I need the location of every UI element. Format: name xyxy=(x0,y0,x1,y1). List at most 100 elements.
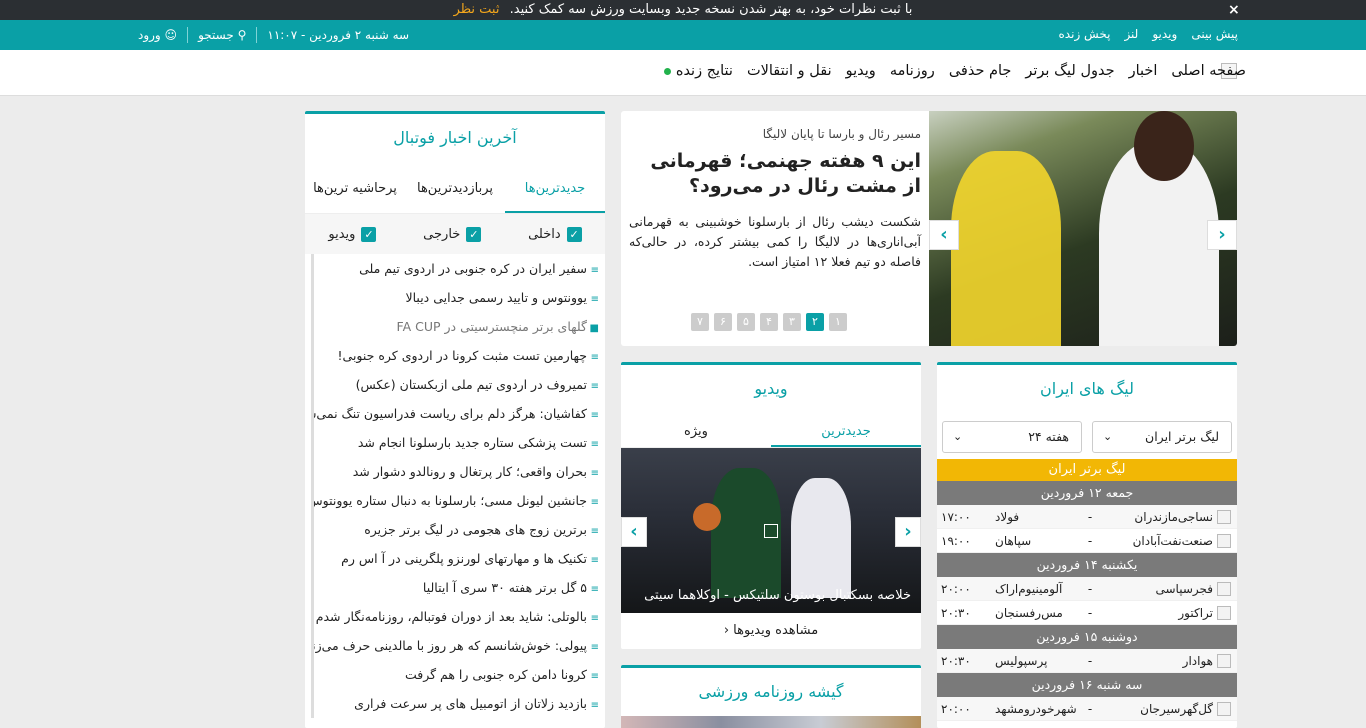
video-next-button[interactable]: › xyxy=(895,517,921,547)
tab-most-controversial[interactable]: پرحاشیه ترین‌ها xyxy=(305,164,405,213)
match-row[interactable]: صنعت‌نفت‌آبادان - سپاهان ۱۹:۰۰ xyxy=(937,529,1237,553)
nav-cup[interactable]: جام حذفی xyxy=(949,63,1012,79)
nav-live-results[interactable]: نتایج زنده xyxy=(663,63,733,79)
utility-link-predict[interactable]: پیش بینی xyxy=(1191,27,1238,41)
score-separator: - xyxy=(1087,653,1093,668)
close-icon[interactable]: × xyxy=(1228,0,1240,20)
nav-live-results-label: نتایج زنده xyxy=(675,63,733,79)
news-item-text: جانشین لیونل مسی؛ بارسلونا به دنبال ستار… xyxy=(314,493,587,508)
away-team: پرسپولیس xyxy=(995,653,1048,668)
tab-most-viewed[interactable]: پربازدیدترین‌ها xyxy=(405,164,505,213)
day-header: یکشنبه ۱۴ فروردین xyxy=(937,553,1237,577)
view-videos-link[interactable]: مشاهده ویدیوها ‹ xyxy=(621,613,921,649)
pager-dot[interactable]: ۴ xyxy=(760,313,778,331)
match-report-icon[interactable] xyxy=(1217,701,1231,716)
news-item[interactable]: ≡جانشین لیونل مسی؛ بارسلونا به دنبال ستا… xyxy=(314,486,599,515)
filter-video[interactable]: ✓ ویدیو xyxy=(328,226,377,242)
video-thumbnail[interactable]: خلاصه بسکتبال بوستون سلتیکس - اوکلاهما س… xyxy=(621,448,921,613)
utility-link-live[interactable]: پخش زنده xyxy=(1059,27,1111,41)
news-item[interactable]: ≡یوونتوس و تایید رسمی جدایی دیبالا xyxy=(314,283,599,312)
pager-dot[interactable]: ۶ xyxy=(714,313,732,331)
nav-league-table[interactable]: جدول لیگ برتر xyxy=(1025,63,1114,79)
hero-title[interactable]: این ۹ هفته جهنمی؛ قهرمانی از مشت رئال در… xyxy=(629,149,921,198)
pager-dot[interactable]: ۱ xyxy=(829,313,847,331)
news-item[interactable]: ≡بالوتلی: شاید بعد از دوران فوتبالم، روز… xyxy=(314,602,599,631)
filter-domestic[interactable]: ✓ داخلی xyxy=(528,226,582,242)
pager-dot[interactable]: ۵ xyxy=(737,313,755,331)
match-row[interactable]: هوادار - پرسپولیس ۲۰:۳۰ xyxy=(937,649,1237,673)
video-camera-icon: ■ xyxy=(589,323,599,334)
play-icon[interactable] xyxy=(764,524,778,538)
news-item[interactable]: ≡برترین زوج های هجومی در لیگ برتر جزیره xyxy=(314,515,599,544)
feedback-link[interactable]: ثبت نظر xyxy=(454,2,500,17)
utility-link-lens[interactable]: لنز xyxy=(1124,27,1138,41)
hero-next-button[interactable]: › xyxy=(1207,220,1237,250)
video-prev-button[interactable]: ‹ xyxy=(621,517,647,547)
news-item-text: کفاشیان: هرگز دلم برای ریاست فدراسیون تن… xyxy=(314,406,587,421)
article-lines-icon: ≡ xyxy=(590,294,599,305)
article-lines-icon: ≡ xyxy=(590,671,599,682)
match-report-icon[interactable] xyxy=(1217,509,1231,524)
match-row[interactable]: نساجی‌مازندران - فولاد ۱۷:۰۰ xyxy=(937,505,1237,529)
tab-video-newest[interactable]: جدیدترین xyxy=(771,415,921,447)
match-report-icon[interactable] xyxy=(1217,605,1231,620)
player-head xyxy=(1134,111,1194,181)
nav-home[interactable]: صفحه اصلی xyxy=(1171,63,1246,79)
news-item[interactable]: ≡تکنیک ها و مهارتهای لورنزو پلگرینی در آ… xyxy=(314,544,599,573)
nav-video[interactable]: ویدیو xyxy=(846,63,876,79)
kiosk-title: گیشه روزنامه ورزشی xyxy=(698,682,844,701)
match-row[interactable]: فجرسپاسی - آلومینیوم‌اراک ۲۰:۰۰ xyxy=(937,577,1237,601)
search-link[interactable]: ⚲ جستجو xyxy=(198,28,246,42)
checkbox-checked-icon[interactable]: ✓ xyxy=(466,226,482,242)
news-item[interactable]: ■گلهای برتر منچسترسیتی در FA CUP xyxy=(314,312,599,341)
newspaper-thumbnails[interactable] xyxy=(621,716,921,728)
video-caption[interactable]: خلاصه بسکتبال بوستون سلتیکس - اوکلاهما س… xyxy=(644,588,911,603)
nav-newspaper[interactable]: روزنامه xyxy=(890,63,935,79)
home-team: گل‌گهرسیرجان xyxy=(1140,701,1213,716)
checkbox-checked-icon[interactable]: ✓ xyxy=(361,226,377,242)
news-item[interactable]: ≡بازدید زلاتان از اتومبیل های پر سرعت فر… xyxy=(314,689,599,718)
chevron-left-icon: ‹ xyxy=(630,521,638,542)
news-item[interactable]: ≡چهارمین تست مثبت کرونا در اردوی کره جنو… xyxy=(314,341,599,370)
league-selects: لیگ برتر ایران ⌄ هفته ۲۴ ⌄ xyxy=(937,415,1237,459)
match-report-icon[interactable] xyxy=(1217,581,1231,596)
tab-video-special[interactable]: ویژه xyxy=(621,415,771,447)
away-team: سپاهان xyxy=(995,533,1032,548)
match-row[interactable]: گل‌گهرسیرجان - شهرخودرومشهد ۲۰:۰۰ xyxy=(937,697,1237,721)
news-item[interactable]: ≡تمیروف در اردوی تیم ملی ازبکستان (عکس) xyxy=(314,370,599,399)
news-item[interactable]: ≡پیولی: خوش‌شانسم که هر روز با مالدینی ح… xyxy=(314,631,599,660)
news-item[interactable]: ≡۵ گل برتر هفته ۳۰ سری آ ایتالیا xyxy=(314,573,599,602)
leagues-title: لیگ های ایران xyxy=(1040,379,1134,398)
hero-image[interactable] xyxy=(929,111,1237,346)
news-item-text: گلهای برتر منچسترسیتی در FA CUP xyxy=(396,319,587,334)
week-select[interactable]: هفته ۲۴ ⌄ xyxy=(942,421,1082,453)
news-item[interactable]: ≡سفیر ایران در کره جنوبی در اردوی تیم مل… xyxy=(314,254,599,283)
filter-video-label: ویدیو xyxy=(328,226,356,242)
day-header: جمعه ۱۲ فروردین xyxy=(937,481,1237,505)
latest-news-title: آخرین اخبار فوتبال xyxy=(393,128,517,147)
news-item[interactable]: ≡تست پزشکی ستاره جدید بارسلونا انجام شد xyxy=(314,428,599,457)
league-select[interactable]: لیگ برتر ایران ⌄ xyxy=(1092,421,1232,453)
pager-dot-active[interactable]: ۲ xyxy=(806,313,824,331)
utility-link-video[interactable]: ویدیو xyxy=(1152,27,1177,41)
login-link[interactable]: ☺ ورود xyxy=(138,28,177,42)
view-videos-label: مشاهده ویدیوها xyxy=(733,623,819,638)
checkbox-checked-icon[interactable]: ✓ xyxy=(566,226,582,242)
nav-news[interactable]: اخبار xyxy=(1129,63,1158,79)
home-team: صنعت‌نفت‌آبادان xyxy=(1132,533,1213,548)
match-report-icon[interactable] xyxy=(1217,533,1231,548)
match-report-icon[interactable] xyxy=(1217,653,1231,668)
tab-newest[interactable]: جدیدترین‌ها xyxy=(505,164,605,213)
pager-dot[interactable]: ۳ xyxy=(783,313,801,331)
nav-transfers[interactable]: نقل و انتقالات xyxy=(747,63,832,79)
match-row[interactable]: تراکتور - مس‌رفسنجان ۲۰:۳۰ xyxy=(937,601,1237,625)
news-item[interactable]: ≡بحران واقعی؛ کار پرتغال و رونالدو دشوار… xyxy=(314,457,599,486)
filter-foreign[interactable]: ✓ خارجی xyxy=(423,226,482,242)
news-item[interactable]: ≡کرونا دامن کره جنوبی را هم گرفت xyxy=(314,660,599,689)
hero-prev-button[interactable]: ‹ xyxy=(929,220,959,250)
utility-bar: پیش بینی ویدیو لنز پخش زنده سه شنبه ۲ فر… xyxy=(0,20,1366,50)
pager-dot[interactable]: ۷ xyxy=(691,313,709,331)
news-item[interactable]: ≡کفاشیان: هرگز دلم برای ریاست فدراسیون ت… xyxy=(314,399,599,428)
feedback-banner: با ثبت نظرات خود، به بهتر شدن نسخه جدید … xyxy=(0,0,1366,20)
day-matches: هوادار - پرسپولیس ۲۰:۳۰ xyxy=(937,649,1237,673)
